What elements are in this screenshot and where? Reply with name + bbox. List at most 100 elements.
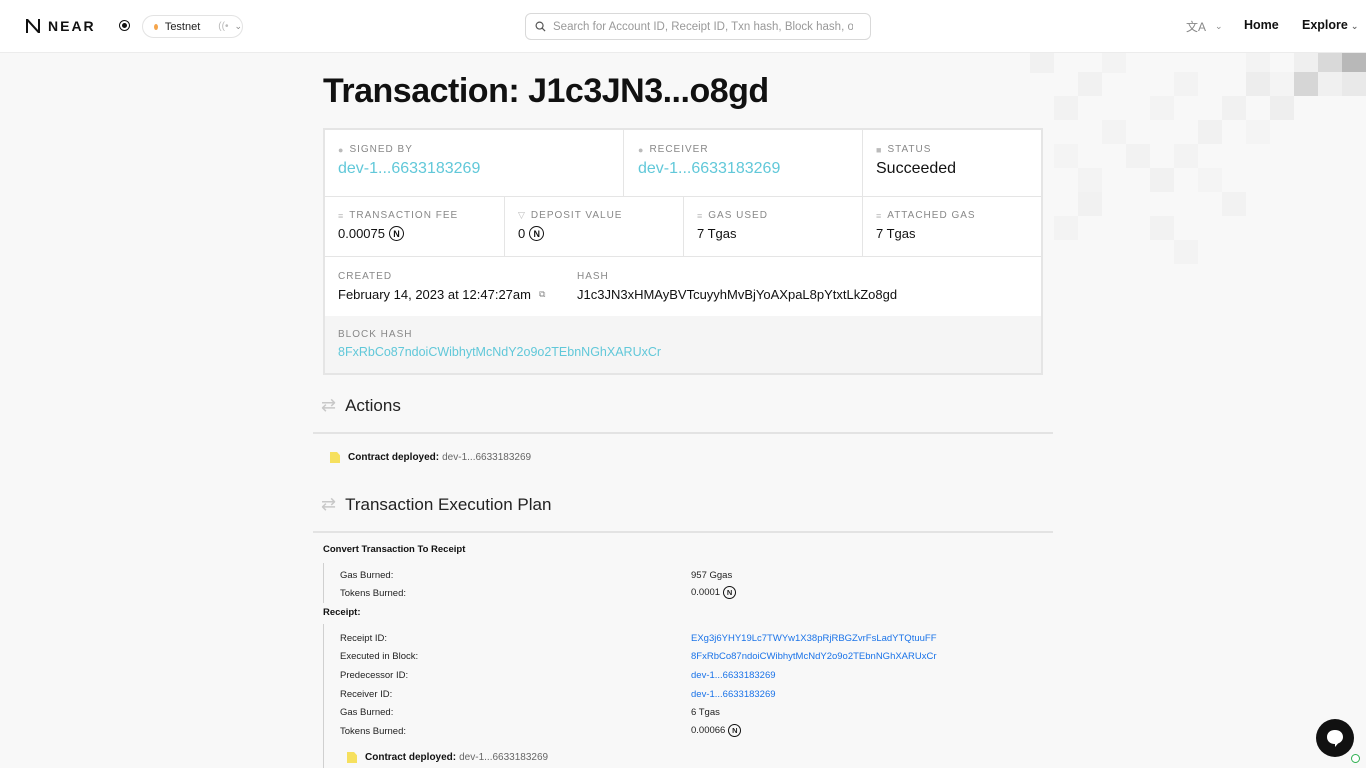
- hash-cell: HASH J1c3JN3xHMAyBVTcuyyhMvBjYoAXpaL8pYt…: [577, 271, 897, 302]
- action-target[interactable]: dev-1...6633183269: [442, 452, 531, 463]
- execution-plan-title: Transaction Execution Plan: [345, 494, 552, 514]
- chat-bubble-icon: [1327, 730, 1343, 747]
- nav-explore-menu[interactable]: Explore ⌄: [1302, 18, 1358, 32]
- tokens-burned-key: Tokens Burned:: [340, 588, 407, 599]
- nav-home-link[interactable]: Home: [1244, 18, 1279, 32]
- signed-by-cell: ● SIGNED BY dev-1...6633183269: [338, 144, 480, 178]
- search-icon: [535, 21, 546, 32]
- chat-support-button[interactable]: [1316, 719, 1354, 757]
- predecessor-key: Predecessor ID:: [340, 670, 409, 681]
- near-logo-icon: [26, 19, 40, 33]
- receiver-id-key: Receiver ID:: [340, 689, 393, 700]
- network-label: Testnet: [164, 20, 201, 33]
- block-hash-link[interactable]: 8FxRbCo87ndoiCWibhytMcNdY2o9o2TEbnNGhXAR…: [338, 345, 661, 359]
- deposit-value: 0N: [518, 226, 622, 241]
- block-hash-label: BLOCK HASH: [338, 329, 413, 340]
- filter-icon: ▽: [518, 210, 526, 220]
- nav-explore-label: Explore: [1302, 18, 1348, 32]
- coins-icon: ≡: [338, 210, 345, 221]
- gas-used-label: GAS USED: [708, 210, 768, 221]
- near-logo[interactable]: NEAR: [24, 17, 96, 35]
- signed-by-label: SIGNED BY: [349, 144, 413, 155]
- fee-amount: 0.00075: [338, 226, 385, 241]
- near-coin-icon: N: [723, 586, 737, 599]
- actions-title: Actions: [345, 395, 401, 415]
- attached-gas-value: 7 Tgas: [876, 226, 916, 241]
- signal-icon: ((•: [218, 21, 229, 32]
- execution-plan-heading: ⇄ Transaction Execution Plan: [321, 494, 551, 515]
- receipt-indent-bar: [323, 624, 324, 768]
- attached-gas-cell: ≡ ATTACHED GAS 7 Tgas: [876, 210, 976, 241]
- receipt-action-item: Contract deployed: dev-1...6633183269: [347, 752, 548, 763]
- hash-label: HASH: [577, 271, 609, 282]
- receipt-tokens-burned-key: Tokens Burned:: [340, 726, 407, 737]
- chevron-down-icon: ⌄: [234, 21, 242, 31]
- created-value: February 14, 2023 at 12:47:27am ⧉: [338, 287, 545, 302]
- fee-cell: ≡ TRANSACTION FEE 0.00075 N: [338, 210, 458, 241]
- executed-block-key: Executed in Block:: [340, 651, 419, 662]
- receipt-action-target[interactable]: dev-1...6633183269: [459, 752, 548, 763]
- deposit-amount: 0: [518, 226, 526, 241]
- gas-burned-key: Gas Burned:: [340, 570, 394, 581]
- network-selector[interactable]: Testnet ((• ⌄: [142, 15, 243, 38]
- status-indicator-icon[interactable]: [120, 21, 129, 30]
- convert-indent-bar: [323, 563, 324, 603]
- actions-divider: [313, 432, 1053, 434]
- deposit-cell: ▽ DEPOSIT VALUE 0N: [518, 210, 622, 241]
- top-navbar: NEAR Testnet ((• ⌄ 文A ⌄ Home Explore⌄: [0, 0, 1366, 53]
- action-label: Contract deployed:: [348, 452, 440, 463]
- convert-label: Convert Transaction To Receipt: [323, 544, 466, 555]
- receipt-id-key: Receipt ID:: [340, 633, 387, 644]
- search-input[interactable]: [553, 20, 853, 33]
- near-coin-icon: N: [389, 226, 404, 241]
- fee-label: TRANSACTION FEE: [349, 210, 459, 221]
- action-item: Contract deployed: dev-1...6633183269: [330, 452, 531, 463]
- transaction-info-card: ● SIGNED BY dev-1...6633183269 ● RECEIVER …: [323, 128, 1043, 375]
- file-icon: [330, 452, 340, 463]
- receipt-id-link[interactable]: EXg3j6YHY19Lc7TWYw1X38pRjRBGZvrFsLadYTQt…: [691, 633, 937, 644]
- copy-icon[interactable]: ⧉: [539, 289, 545, 300]
- swap-arrows-icon: ⇄: [321, 494, 337, 514]
- logo-text: NEAR: [48, 18, 96, 34]
- status-cell: ■ STATUS Succeeded: [876, 144, 956, 178]
- page-title: Transaction: J1c3JN3...o8gd: [323, 72, 769, 110]
- attached-gas-label: ATTACHED GAS: [887, 210, 976, 221]
- search-box[interactable]: [525, 13, 871, 40]
- executed-block-link[interactable]: 8FxRbCo87ndoiCWibhytMcNdY2o9o2TEbnNGhXAR…: [691, 651, 937, 662]
- status-label: STATUS: [887, 144, 932, 155]
- swap-arrows-icon: ⇄: [321, 395, 337, 415]
- predecessor-link[interactable]: dev-1...6633183269: [691, 670, 776, 681]
- hash-value: J1c3JN3xHMAyBVTcuyyhMvBjYoAXpaL8pYtxtLkZ…: [577, 287, 898, 302]
- network-dot-icon: [154, 23, 158, 30]
- gas-icon: ≡: [876, 210, 883, 221]
- receipt-gas-burned-key: Gas Burned:: [340, 707, 394, 718]
- status-icon: ■: [876, 144, 883, 155]
- receipt-gas-burned-value: 6 Tgas: [691, 707, 720, 718]
- receiver-label: RECEIVER: [649, 144, 709, 155]
- signed-by-link[interactable]: dev-1...6633183269: [338, 160, 480, 178]
- chevron-down-icon: ⌄: [1215, 21, 1223, 31]
- receiver-link[interactable]: dev-1...6633183269: [638, 160, 780, 178]
- fee-value: 0.00075 N: [338, 226, 458, 241]
- receiver-cell: ● RECEIVER dev-1...6633183269: [638, 144, 780, 178]
- created-date: February 14, 2023 at 12:47:27am: [338, 287, 531, 302]
- created-label: CREATED: [338, 271, 393, 282]
- gas-used-cell: ≡ GAS USED 7 Tgas: [697, 210, 768, 241]
- block-hash-cell: BLOCK HASH 8FxRbCo87ndoiCWibhytMcNdY2o9o…: [325, 316, 1041, 373]
- online-indicator-icon: [1351, 754, 1360, 763]
- user-icon: ●: [338, 144, 345, 155]
- user-icon: ●: [638, 144, 645, 155]
- actions-heading: ⇄ Actions: [321, 395, 401, 416]
- receiver-id-link[interactable]: dev-1...6633183269: [691, 689, 776, 700]
- execution-plan-divider: [313, 531, 1053, 533]
- file-icon: [347, 752, 357, 763]
- deposit-label: DEPOSIT VALUE: [530, 210, 623, 221]
- receipt-tokens-amount: 0.00066: [691, 725, 726, 736]
- near-coin-icon: N: [529, 226, 545, 241]
- created-cell: CREATED February 14, 2023 at 12:47:27am ⧉: [338, 271, 545, 302]
- receipt-tokens-burned-value: 0.00066 N: [691, 724, 742, 737]
- near-coin-icon: N: [728, 724, 742, 737]
- gas-icon: ≡: [697, 210, 704, 221]
- gas-burned-value: 957 Ggas: [691, 570, 733, 581]
- language-selector[interactable]: 文A ⌄: [1186, 18, 1223, 35]
